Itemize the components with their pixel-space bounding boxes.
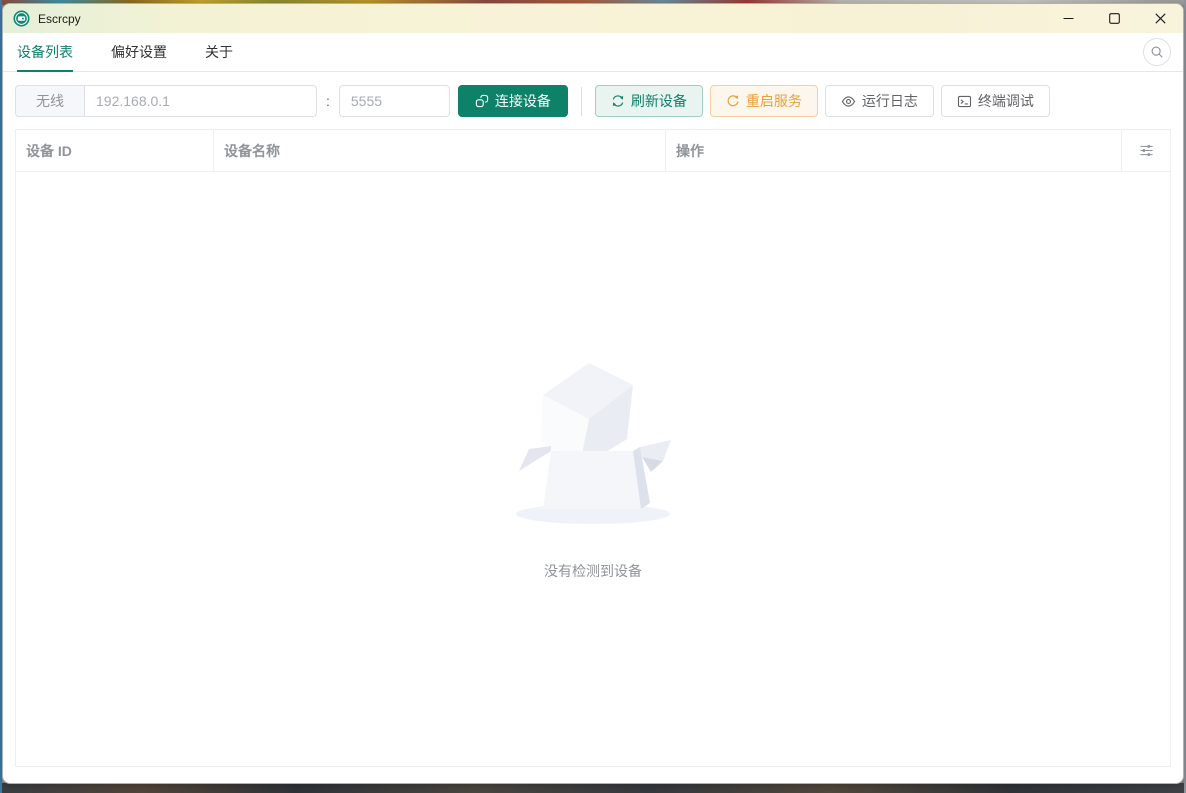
desktop-edge-bottom xyxy=(0,783,1186,793)
tab-about[interactable]: 关于 xyxy=(186,33,252,71)
eye-icon xyxy=(841,95,856,107)
port-input[interactable] xyxy=(338,85,450,117)
refresh-devices-button[interactable]: 刷新设备 xyxy=(594,85,703,117)
column-header-device-id: 设备 ID xyxy=(16,130,214,171)
run-logs-button[interactable]: 运行日志 xyxy=(824,85,934,117)
tab-about-label: 关于 xyxy=(205,44,233,60)
link-icon xyxy=(475,94,489,108)
refresh-icon xyxy=(612,95,624,107)
minimize-button[interactable] xyxy=(1045,4,1091,33)
connect-device-label: 连接设备 xyxy=(494,93,551,109)
host-input-group: 无线 xyxy=(15,85,317,117)
tab-device-list[interactable]: 设备列表 xyxy=(14,33,92,72)
maximize-icon xyxy=(1108,13,1120,24)
column-header-device-name: 设备名称 xyxy=(214,130,666,171)
tab-device-list-label: 设备列表 xyxy=(17,44,73,60)
host-port-separator: : xyxy=(326,93,330,109)
app-window: Escrcpy 设备列表 偏好设置 关于 无线 192.168.0.1: 55… xyxy=(2,3,1184,784)
titlebar: Escrcpy xyxy=(3,4,1183,33)
tab-preferences-label: 偏好设置 xyxy=(111,44,167,60)
run-logs-label: 运行日志 xyxy=(861,93,918,109)
connect-device-button[interactable]: 连接设备 xyxy=(457,85,568,117)
restart-service-button[interactable]: 重启服务 xyxy=(709,85,818,117)
wireless-label: 无线 xyxy=(15,85,85,117)
restart-service-label: 重启服务 xyxy=(745,93,802,109)
refresh-devices-label: 刷新设备 xyxy=(630,93,687,109)
device-table: 设备 ID 设备名称 操作 没有检测到设备 xyxy=(15,129,1171,767)
terminal-debug-label: 终端调试 xyxy=(977,93,1034,109)
minimize-icon xyxy=(1063,17,1073,20)
escrcpy-logo-icon xyxy=(13,10,30,27)
close-icon xyxy=(1154,13,1166,24)
tab-preferences[interactable]: 偏好设置 xyxy=(92,33,186,71)
table-body-empty-state: 没有检测到设备 xyxy=(16,172,1170,766)
search-icon xyxy=(1151,46,1163,58)
toolbar-divider xyxy=(580,86,582,116)
window-title: Escrcpy xyxy=(38,11,81,26)
empty-state-text: 没有检测到设备 xyxy=(544,563,642,579)
column-header-actions: 操作 xyxy=(666,130,1122,171)
search-button[interactable] xyxy=(1143,38,1171,66)
maximize-button[interactable] xyxy=(1091,4,1137,33)
table-header-row: 设备 ID 设备名称 操作 xyxy=(16,130,1170,172)
sliders-icon xyxy=(1139,144,1153,157)
column-filter-button[interactable] xyxy=(1122,130,1170,171)
tab-bar: 设备列表 偏好设置 关于 xyxy=(3,33,1183,72)
refresh-right-icon xyxy=(727,95,739,107)
terminal-icon xyxy=(957,95,971,107)
host-input[interactable] xyxy=(85,85,317,117)
empty-box-illustration xyxy=(516,363,671,524)
close-button[interactable] xyxy=(1137,4,1183,33)
terminal-debug-button[interactable]: 终端调试 xyxy=(940,85,1050,117)
connection-toolbar: 无线 : 连接设备 刷新设备 xyxy=(15,85,1171,117)
